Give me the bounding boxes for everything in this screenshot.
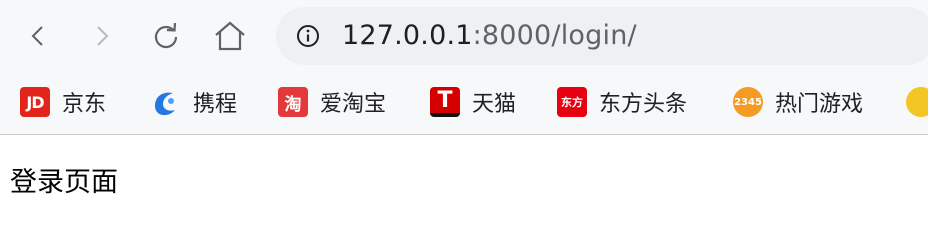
games-icon: 2345 (733, 87, 763, 117)
jd-icon: JD (20, 87, 50, 117)
reload-icon (154, 22, 178, 49)
bookmark-label: 携程 (193, 92, 238, 117)
bookmark-taobao[interactable]: 淘 爱淘宝 (278, 86, 386, 118)
reload-button[interactable] (146, 16, 186, 56)
page-title: 登录页面 (10, 167, 118, 198)
bookmark-label: 爱淘宝 (320, 92, 387, 117)
bookmark-dongfang[interactable]: 东方 东方头条 (557, 86, 687, 118)
bookmark-label: 天猫 (472, 92, 517, 117)
bookmark-ctrip[interactable]: 携程 (149, 86, 237, 118)
forward-button[interactable] (82, 16, 122, 56)
url-host: 127.0.0.1 (342, 20, 473, 51)
chevron-right-icon (97, 26, 109, 46)
bookmark-games[interactable]: 2345 热门游戏 (733, 86, 863, 118)
tmall-icon: T (430, 87, 460, 117)
url-path: :8000/login/ (472, 20, 637, 51)
info-icon[interactable] (296, 24, 320, 48)
bookmark-jd[interactable]: JD 京东 (20, 86, 106, 118)
bookmark-tmall[interactable]: T 天猫 (430, 86, 516, 118)
home-icon (215, 21, 245, 51)
ctrip-icon (155, 92, 175, 116)
dongfang-icon: 东方 (557, 87, 587, 117)
extra-bookmark-icon (906, 87, 928, 117)
home-button[interactable] (210, 16, 250, 56)
bookmark-label: 东方头条 (599, 92, 688, 117)
bookmark-extra[interactable] (906, 86, 928, 118)
bookmark-label: 热门游戏 (775, 92, 864, 117)
bookmarks-bar: JD 京东 携程 淘 爱淘宝 T 天猫 东方 东方头条 2345 热门游戏 (0, 72, 928, 135)
url-text[interactable]: 127.0.0.1:8000/login/ (342, 19, 637, 53)
taobao-icon: 淘 (278, 87, 308, 117)
browser-toolbar: 127.0.0.1:8000/login/ (0, 0, 928, 72)
bookmark-label: 京东 (62, 92, 107, 117)
chevron-left-icon (31, 26, 43, 46)
address-bar[interactable]: 127.0.0.1:8000/login/ (276, 7, 928, 65)
back-button[interactable] (18, 16, 58, 56)
